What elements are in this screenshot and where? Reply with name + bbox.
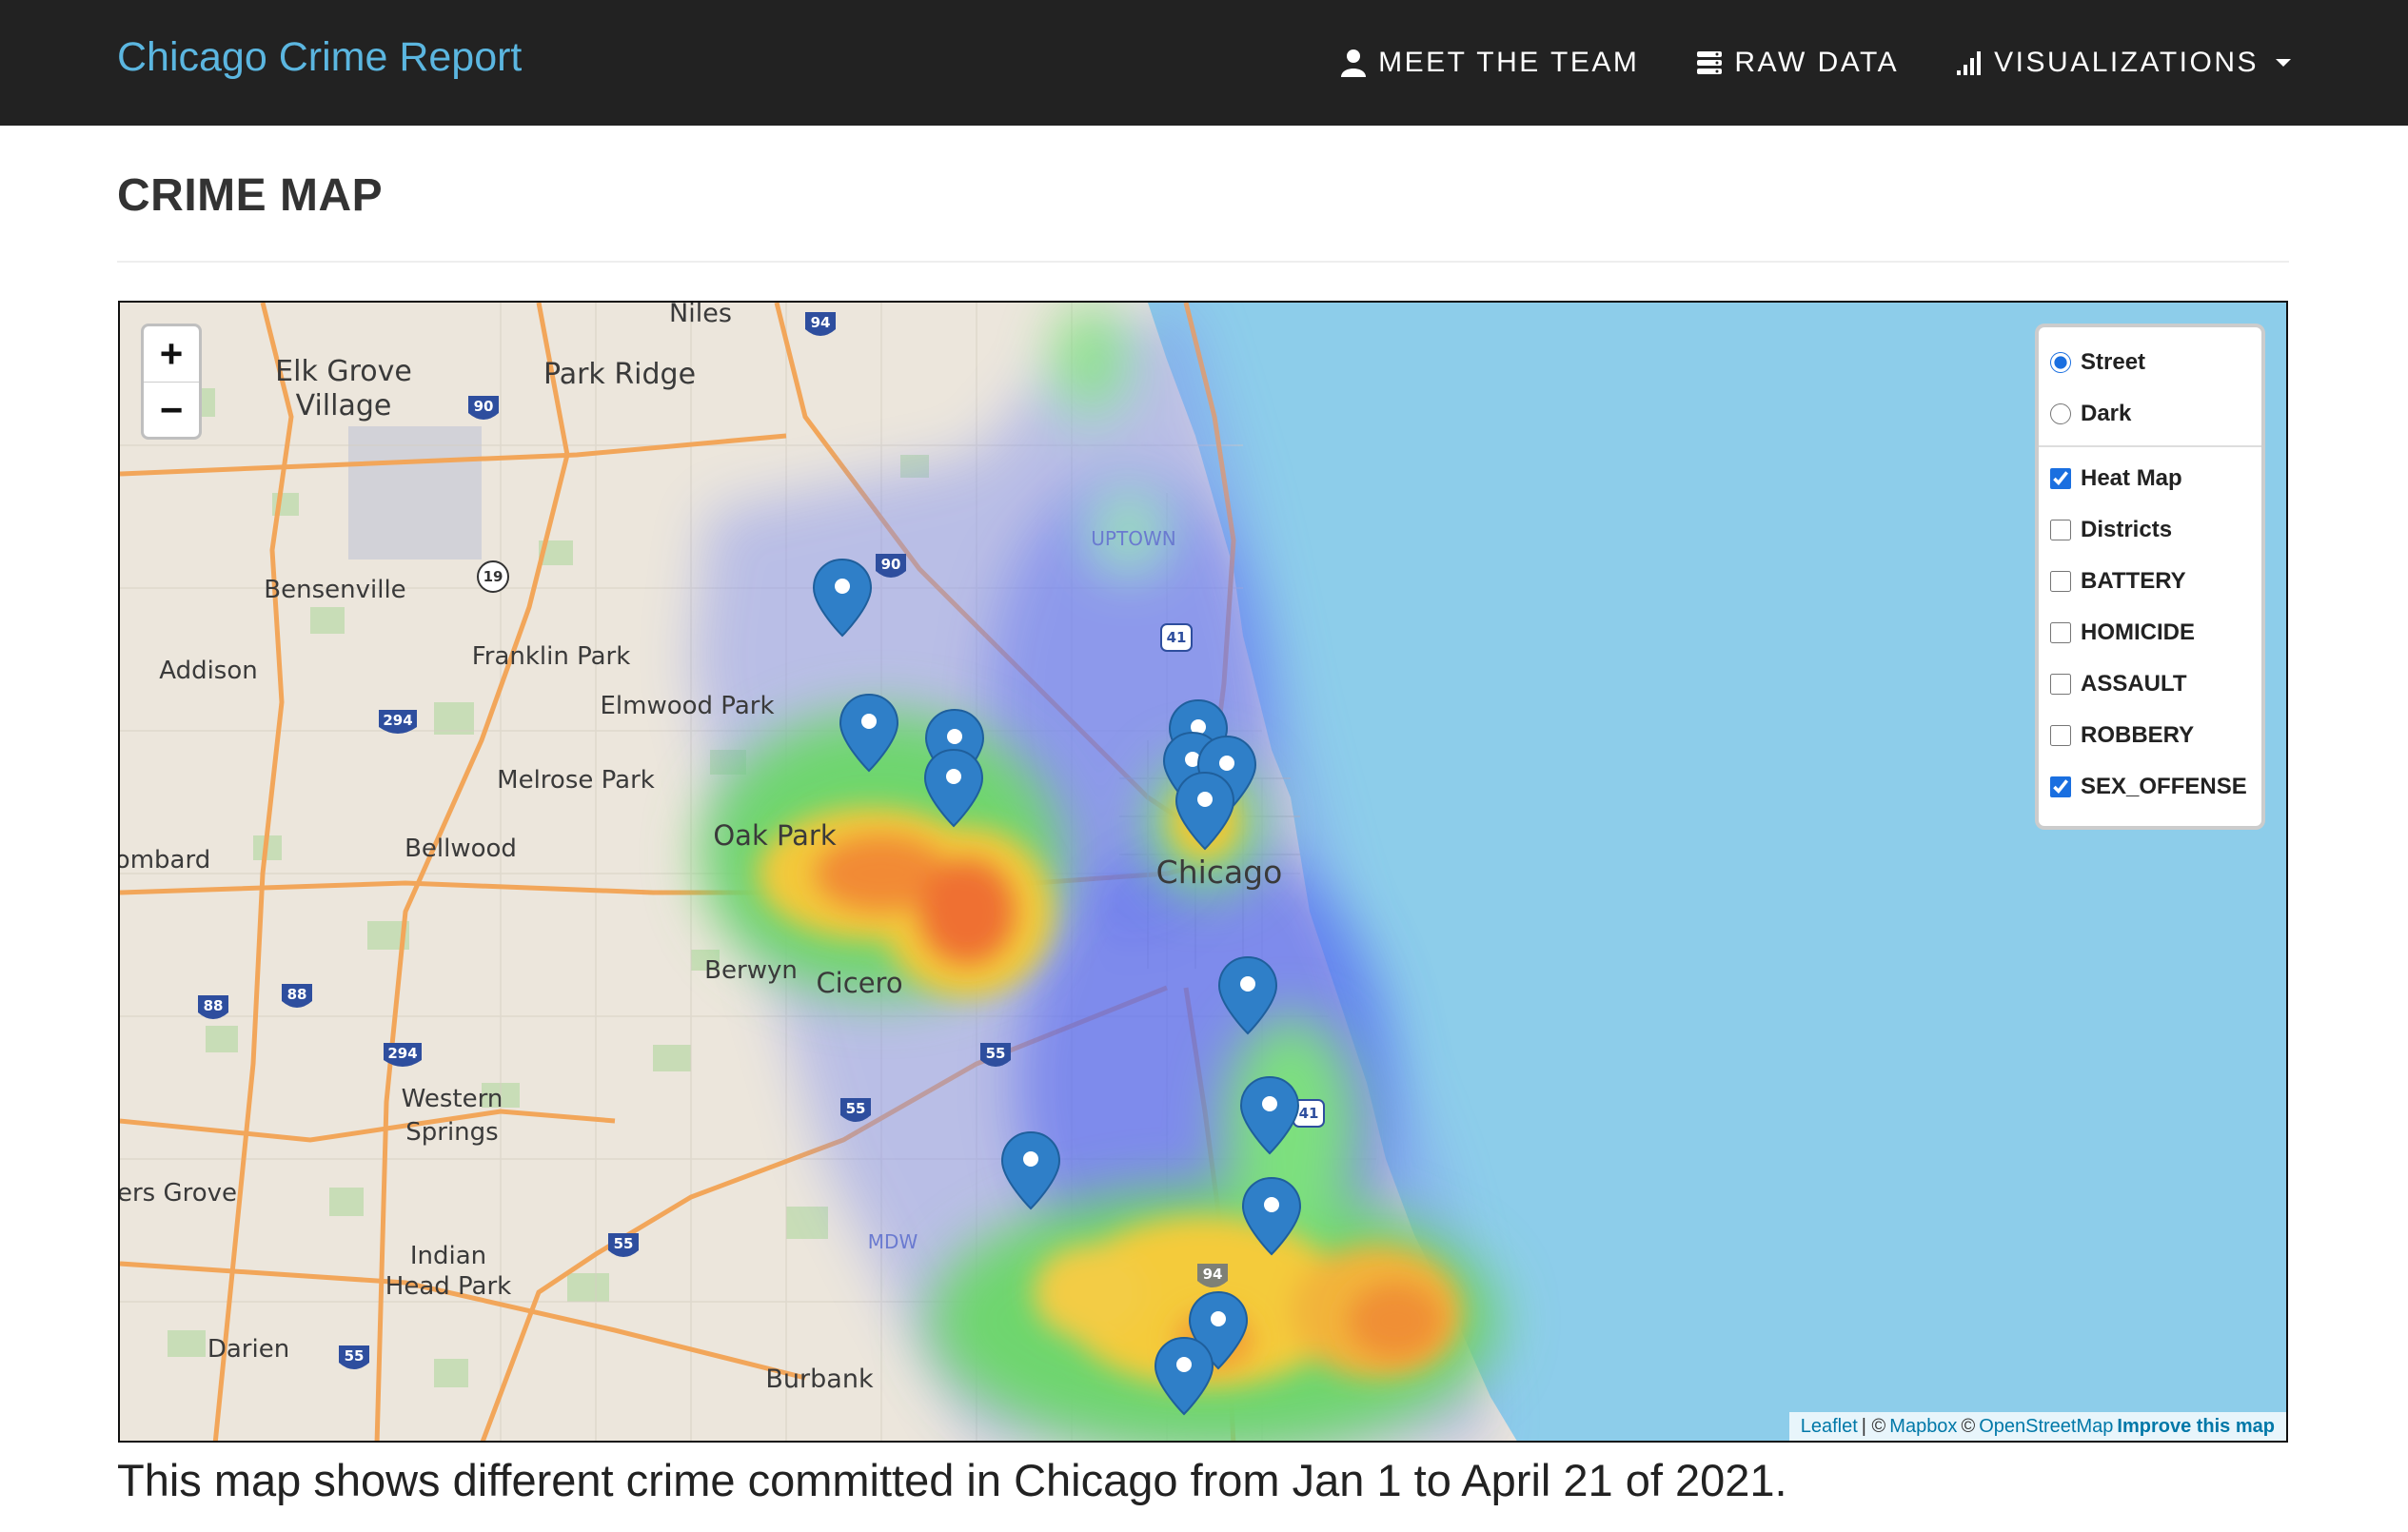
base-layer-dark[interactable]: Dark (2050, 388, 2252, 440)
street-radio[interactable] (2050, 352, 2071, 373)
highway-shield-label: 55 (345, 1347, 365, 1365)
place-label: Springs (405, 1118, 498, 1147)
overlay-sex-offense-label: SEX_OFFENSE (2081, 774, 2247, 799)
place-label: Berwyn (704, 956, 798, 985)
place-label: Cicero (816, 967, 902, 999)
nav-raw-data-label: RAW DATA (1734, 47, 1900, 78)
navbar: Chicago Crime Report MEET THE TEAM RAW D… (0, 0, 2408, 126)
overlay-robbery[interactable]: ROBBERY (2050, 710, 2252, 761)
layer-control: Street Dark Heat Map Districts BATTERY H… (2035, 324, 2265, 830)
chevron-down-icon (2276, 59, 2291, 67)
place-label: Park Ridge (543, 358, 696, 391)
heat-map-checkbox[interactable] (2050, 468, 2071, 489)
map-attribution: Leaflet | © Mapbox © OpenStreetMap Impro… (1788, 1412, 2286, 1441)
layer-separator (2039, 445, 2261, 447)
highway-shield-label: 88 (287, 986, 307, 1003)
place-label: Bensenville (264, 576, 405, 604)
overlay-homicide[interactable]: HOMICIDE (2050, 607, 2252, 658)
nav-meet-the-team[interactable]: MEET THE TEAM (1340, 47, 1639, 79)
zoom-in-button[interactable]: + (144, 326, 199, 382)
homicide-checkbox[interactable] (2050, 622, 2071, 643)
highway-shield-label: 55 (846, 1100, 866, 1117)
divider (117, 261, 2289, 263)
highway-shield-label: 94 (811, 314, 831, 331)
highway-shield-label: 41 (1299, 1105, 1319, 1122)
overlay-assault[interactable]: ASSAULT (2050, 658, 2252, 710)
nav-raw-data[interactable]: RAW DATA (1696, 47, 1899, 79)
place-label: Head Park (385, 1272, 511, 1301)
districts-checkbox[interactable] (2050, 520, 2071, 540)
brand-link[interactable]: Chicago Crime Report (117, 34, 522, 81)
place-label: Melrose Park (497, 766, 655, 795)
highway-shield-label: 94 (1203, 1266, 1223, 1283)
highway-shield-label: 41 (1167, 629, 1187, 646)
overlay-battery[interactable]: BATTERY (2050, 556, 2252, 607)
place-label: Niles (669, 303, 732, 328)
place-label: Elk Grove (275, 355, 412, 388)
place-label: Addison (159, 657, 258, 685)
highway-shield-label: 88 (204, 997, 224, 1014)
highway-shield-label: 294 (383, 712, 412, 729)
attribution-copy: © (1961, 1415, 1976, 1437)
user-icon (1341, 49, 1367, 77)
highway-shield-label: 294 (387, 1045, 417, 1062)
base-layer-street[interactable]: Street (2050, 337, 2252, 388)
overlay-districts[interactable]: Districts (2050, 504, 2252, 556)
bar-chart-icon (1957, 51, 1982, 75)
place-label: Burbank (765, 1365, 874, 1394)
map-tiles[interactable]: Niles Elk Grove Village Park Ridge Bense… (120, 303, 2288, 1443)
overlay-districts-label: Districts (2081, 517, 2173, 542)
place-label: Bellwood (405, 835, 517, 863)
overlay-homicide-label: HOMICIDE (2081, 619, 2195, 645)
highway-shield-label: 55 (986, 1045, 1006, 1062)
place-label: ombard (120, 846, 210, 874)
attribution-sep: | © (1861, 1415, 1886, 1437)
highway-shield-label: 90 (474, 398, 494, 415)
place-label: UPTOWN (1091, 527, 1175, 550)
place-label: Darien (207, 1335, 289, 1364)
nav-visualizations-label: VISUALIZATIONS (1994, 47, 2259, 78)
openstreetmap-link[interactable]: OpenStreetMap (1979, 1416, 2113, 1438)
nav-links: MEET THE TEAM RAW DATA VISUALIZATIONS (1340, 0, 2291, 126)
overlay-heat-map-label: Heat Map (2081, 465, 2182, 491)
nav-meet-the-team-label: MEET THE TEAM (1378, 47, 1640, 78)
overlay-assault-label: ASSAULT (2081, 671, 2187, 697)
place-label: Chicago (1156, 854, 1283, 891)
page-title: CRIME MAP (117, 170, 384, 221)
overlay-heat-map[interactable]: Heat Map (2050, 453, 2252, 504)
overlay-battery-label: BATTERY (2081, 568, 2186, 594)
ohare-airport (348, 426, 482, 560)
place-label: Oak Park (713, 819, 836, 852)
zoom-control: + − (141, 324, 202, 440)
place-label: MDW (868, 1230, 918, 1253)
highway-shield-label: 55 (614, 1235, 634, 1252)
place-label: Elmwood Park (600, 692, 774, 720)
improve-map-link[interactable]: Improve this map (2117, 1416, 2275, 1438)
base-layer-street-label: Street (2081, 349, 2146, 375)
battery-checkbox[interactable] (2050, 571, 2071, 592)
place-label: Franklin Park (472, 642, 631, 671)
place-label: ers Grove (120, 1179, 237, 1208)
place-label: Western (402, 1085, 503, 1113)
nav-visualizations-dropdown[interactable]: VISUALIZATIONS (1956, 47, 2291, 79)
sex-offense-checkbox[interactable] (2050, 776, 2071, 797)
map-caption: This map shows different crime committed… (117, 1455, 1787, 1505)
mapbox-link[interactable]: Mapbox (1889, 1416, 1957, 1438)
highway-shield-label: 90 (881, 556, 901, 573)
crime-map[interactable]: Niles Elk Grove Village Park Ridge Bense… (118, 301, 2288, 1443)
place-label: Indian (410, 1242, 486, 1270)
overlay-robbery-label: ROBBERY (2081, 722, 2195, 748)
overlay-sex-offense[interactable]: SEX_OFFENSE (2050, 761, 2252, 813)
database-icon (1697, 51, 1723, 74)
dark-radio[interactable] (2050, 403, 2071, 424)
robbery-checkbox[interactable] (2050, 725, 2071, 746)
place-label: Village (296, 389, 392, 422)
base-layer-dark-label: Dark (2081, 401, 2132, 426)
zoom-out-button[interactable]: − (144, 382, 199, 437)
highway-shield-label: 19 (484, 568, 503, 585)
leaflet-link[interactable]: Leaflet (1801, 1416, 1858, 1438)
assault-checkbox[interactable] (2050, 674, 2071, 695)
